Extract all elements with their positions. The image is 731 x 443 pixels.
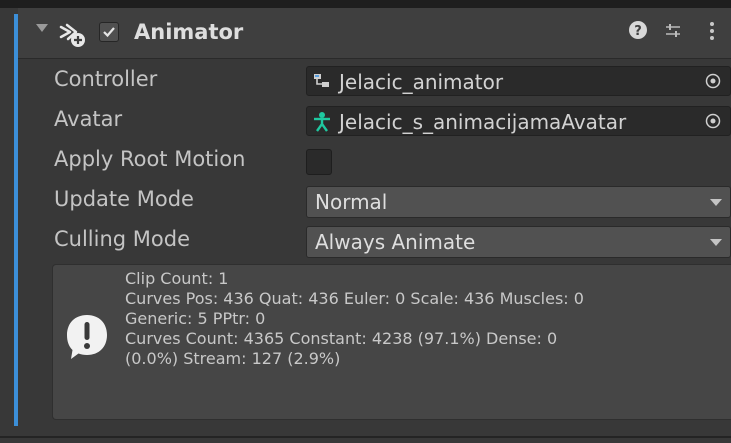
foldout-arrow-icon[interactable] [36, 24, 48, 32]
animator-controller-icon [313, 73, 331, 93]
avatar-icon [312, 111, 332, 137]
culling-mode-label: Culling Mode [54, 227, 191, 251]
apply-root-motion-label: Apply Root Motion [54, 147, 246, 171]
controller-field[interactable]: Jelacic_animator [306, 66, 731, 96]
apply-root-motion-checkbox[interactable] [306, 149, 332, 175]
svg-text:?: ? [634, 24, 642, 39]
avatar-label: Avatar [54, 107, 123, 131]
object-picker-icon [705, 73, 721, 89]
checkmark-icon [103, 27, 115, 38]
component-enabled-checkbox[interactable] [99, 22, 119, 42]
preset-icon[interactable] [664, 22, 682, 44]
component-title: Animator [134, 20, 244, 44]
update-mode-value: Normal [315, 190, 388, 214]
component-header[interactable]: Animator ? [18, 8, 731, 59]
controller-label: Controller [54, 67, 158, 91]
divider [0, 436, 731, 438]
kebab-menu-icon[interactable] [708, 21, 716, 45]
info-box: Clip Count: 1 Curves Pos: 436 Quat: 436 … [52, 264, 731, 420]
avatar-field[interactable]: Jelacic_s_animacijamaAvatar [306, 106, 731, 136]
culling-mode-dropdown[interactable]: Always Animate [306, 226, 731, 258]
info-line: (0.0%) Stream: 127 (2.9%) [125, 349, 341, 368]
update-mode-label: Update Mode [54, 187, 194, 211]
info-text: Clip Count: 1 Curves Pos: 436 Quat: 436 … [125, 269, 584, 369]
avatar-row: Avatar Jelacic_s_animacijamaAvatar [0, 104, 731, 140]
info-line: Generic: 5 PPtr: 0 [125, 309, 266, 328]
info-line: Curves Count: 4365 Constant: 4238 (97.1%… [125, 329, 558, 348]
update-mode-dropdown[interactable]: Normal [306, 186, 731, 218]
help-icon[interactable]: ? [628, 20, 648, 44]
info-line: Curves Pos: 436 Quat: 436 Euler: 0 Scale… [125, 289, 584, 308]
chevron-down-icon [710, 239, 722, 246]
update-mode-row: Update Mode Normal [0, 184, 731, 220]
culling-mode-row: Culling Mode Always Animate [0, 224, 731, 260]
apply-root-motion-row: Apply Root Motion [0, 144, 731, 180]
top-strip [0, 0, 731, 8]
controller-object-picker[interactable] [696, 67, 730, 95]
chevron-down-icon [710, 199, 722, 206]
info-icon [65, 313, 109, 365]
animator-icon [58, 19, 88, 49]
object-picker-icon [705, 113, 721, 129]
info-line: Clip Count: 1 [125, 269, 229, 288]
controller-value: Jelacic_animator [339, 70, 504, 94]
controller-row: Controller Jelacic_animator [0, 64, 731, 100]
culling-mode-value: Always Animate [315, 230, 476, 254]
avatar-object-picker[interactable] [696, 107, 730, 135]
avatar-value: Jelacic_s_animacijamaAvatar [339, 110, 627, 134]
